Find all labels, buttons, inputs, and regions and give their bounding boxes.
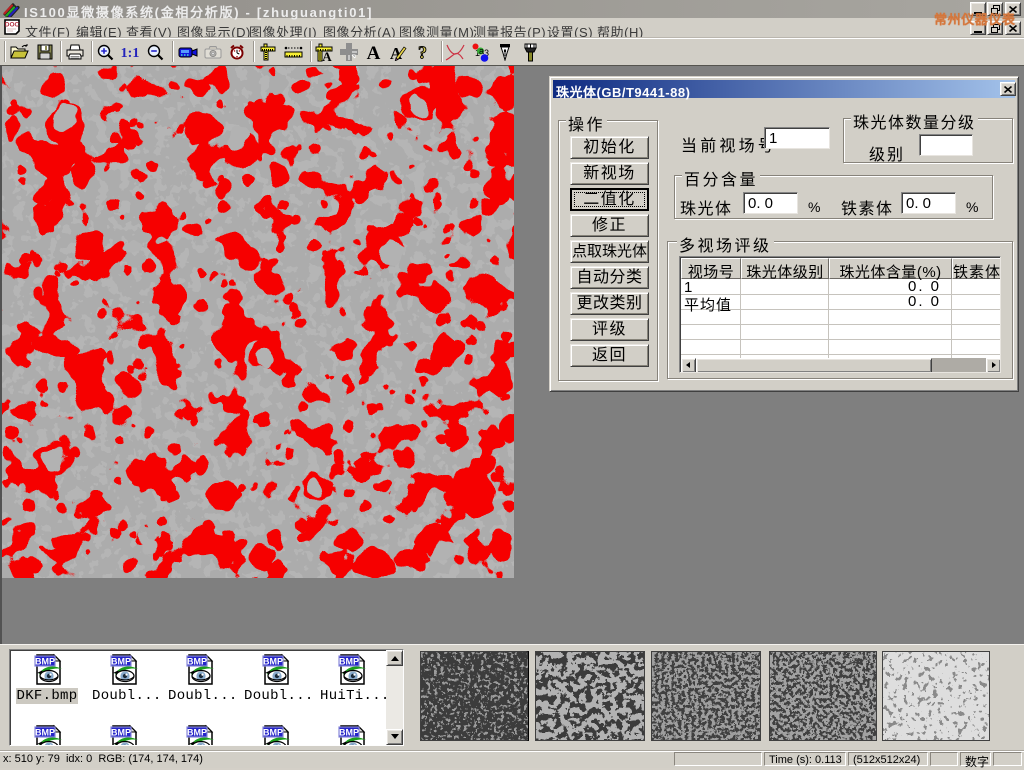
svg-text:BMP: BMP — [111, 657, 131, 667]
svg-text:BMP: BMP — [339, 728, 359, 738]
svg-text:BMP: BMP — [35, 657, 55, 667]
svg-text:1:1: 1:1 — [121, 46, 140, 59]
svg-text:BMP: BMP — [263, 657, 283, 667]
svg-text:BMP: BMP — [111, 728, 131, 738]
svg-text:BMP: BMP — [187, 728, 207, 738]
svg-text:BMP: BMP — [35, 728, 55, 738]
svg-text:A: A — [322, 49, 332, 62]
svg-text:?: ? — [418, 44, 427, 61]
svg-text:BMP: BMP — [263, 728, 283, 738]
svg-text:BMP: BMP — [187, 657, 207, 667]
svg-text:BMP: BMP — [339, 657, 359, 667]
svg-text:A: A — [366, 44, 380, 61]
svg-text:DOC: DOC — [5, 22, 20, 29]
